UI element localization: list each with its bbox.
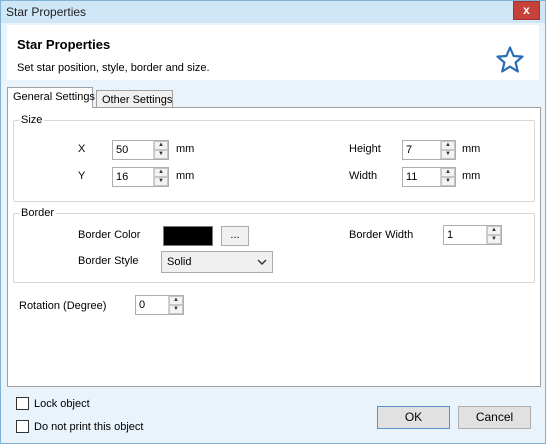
do-not-print-checkbox[interactable] bbox=[16, 420, 29, 433]
x-label: X bbox=[78, 143, 86, 155]
border-width-increment-button[interactable]: ▲ bbox=[487, 226, 501, 235]
border-width-decrement-button[interactable]: ▼ bbox=[487, 235, 501, 244]
x-increment-button[interactable]: ▲ bbox=[154, 141, 168, 150]
dialog-header: Star Properties Set star position, style… bbox=[7, 25, 539, 80]
border-style-label: Border Style bbox=[78, 255, 139, 267]
rotation-decrement-button[interactable]: ▼ bbox=[169, 305, 183, 314]
border-width-label: Border Width bbox=[349, 229, 414, 241]
height-label: Height bbox=[349, 143, 381, 155]
height-decrement-button[interactable]: ▼ bbox=[441, 150, 455, 159]
y-increment-button[interactable]: ▲ bbox=[154, 168, 168, 177]
chevron-down-icon bbox=[257, 259, 267, 265]
height-unit: mm bbox=[462, 143, 481, 155]
rotation-increment-button[interactable]: ▲ bbox=[169, 296, 183, 305]
header-description: Set star position, style, border and siz… bbox=[17, 62, 210, 74]
y-stepper[interactable]: 16 ▲ ▼ bbox=[112, 167, 169, 187]
width-value: 11 bbox=[406, 171, 418, 183]
border-color-swatch[interactable] bbox=[163, 226, 213, 246]
height-value: 7 bbox=[406, 144, 413, 156]
border-color-label: Border Color bbox=[78, 229, 141, 241]
width-unit: mm bbox=[462, 170, 481, 182]
lock-object-checkbox[interactable] bbox=[16, 397, 29, 410]
width-label: Width bbox=[349, 170, 378, 182]
x-stepper[interactable]: 50 ▲ ▼ bbox=[112, 140, 169, 160]
size-group-label: Size bbox=[19, 114, 45, 126]
general-settings-panel: Size X 50 ▲ ▼ mm Y 16 ▲ ▼ mm Height 7 ▲ ▼ m… bbox=[7, 107, 541, 387]
do-not-print-label: Do not print this object bbox=[34, 421, 144, 433]
header-title: Star Properties bbox=[17, 37, 111, 52]
width-increment-button[interactable]: ▲ bbox=[441, 168, 455, 177]
rotation-stepper[interactable]: 0 ▲ ▼ bbox=[135, 295, 184, 315]
x-value: 50 bbox=[116, 144, 129, 156]
close-button[interactable]: x bbox=[513, 1, 540, 20]
size-group: Size X 50 ▲ ▼ mm Y 16 ▲ ▼ mm Height 7 ▲ ▼ m… bbox=[13, 114, 535, 202]
title-bar: Star Properties x bbox=[1, 1, 545, 23]
close-icon: x bbox=[523, 3, 530, 17]
y-value: 16 bbox=[116, 171, 129, 183]
window-title: Star Properties bbox=[6, 5, 87, 19]
y-unit: mm bbox=[176, 170, 195, 182]
y-decrement-button[interactable]: ▼ bbox=[154, 177, 168, 186]
border-style-dropdown[interactable]: Solid bbox=[161, 251, 273, 273]
lock-object-label: Lock object bbox=[34, 398, 90, 410]
border-width-value: 1 bbox=[447, 229, 454, 241]
border-color-picker-button[interactable]: ... bbox=[221, 226, 249, 246]
ok-button[interactable]: OK bbox=[377, 406, 450, 429]
tab-general-settings[interactable]: General Settings bbox=[7, 87, 95, 108]
border-group: Border Border Color ... Border Style Sol… bbox=[13, 207, 535, 283]
height-increment-button[interactable]: ▲ bbox=[441, 141, 455, 150]
y-label: Y bbox=[78, 170, 86, 182]
border-width-stepper[interactable]: 1 ▲ ▼ bbox=[443, 225, 502, 245]
star-properties-dialog: Star Properties x Star Properties Set st… bbox=[0, 0, 546, 444]
x-decrement-button[interactable]: ▼ bbox=[154, 150, 168, 159]
x-unit: mm bbox=[176, 143, 195, 155]
rotation-value: 0 bbox=[139, 299, 146, 311]
height-stepper[interactable]: 7 ▲ ▼ bbox=[402, 140, 456, 160]
width-decrement-button[interactable]: ▼ bbox=[441, 177, 455, 186]
width-stepper[interactable]: 11 ▲ ▼ bbox=[402, 167, 456, 187]
border-group-label: Border bbox=[19, 207, 57, 219]
border-style-value: Solid bbox=[167, 256, 192, 268]
tab-other-settings[interactable]: Other Settings bbox=[96, 90, 173, 108]
cancel-button[interactable]: Cancel bbox=[458, 406, 531, 429]
star-outline-icon bbox=[496, 46, 524, 73]
rotation-label: Rotation (Degree) bbox=[19, 300, 107, 312]
